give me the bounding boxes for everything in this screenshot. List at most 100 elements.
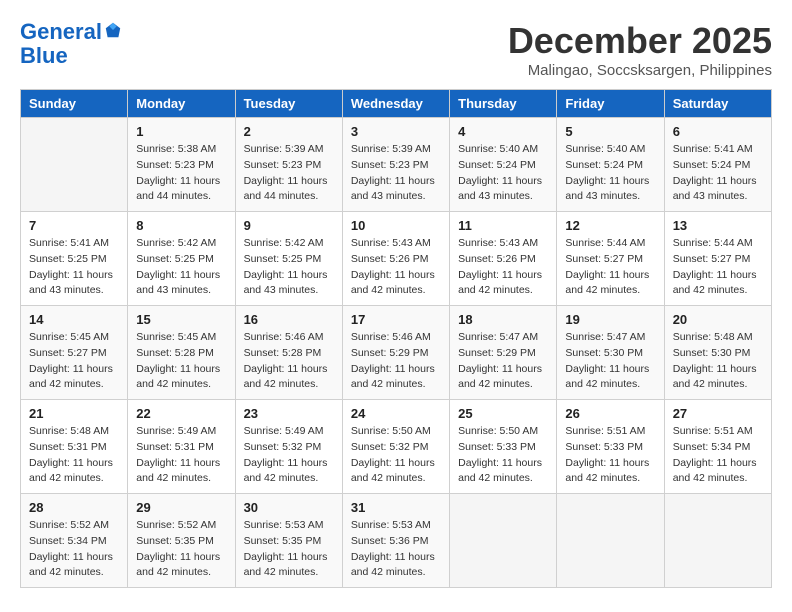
day-number: 1 (136, 124, 226, 139)
day-number: 10 (351, 218, 441, 233)
day-number: 28 (29, 500, 119, 515)
calendar-empty-cell (664, 494, 771, 588)
calendar-day-6: 6 Sunrise: 5:41 AM Sunset: 5:24 PM Daylig… (664, 118, 771, 212)
day-info: Sunrise: 5:48 AM Sunset: 5:30 PM Dayligh… (673, 330, 763, 393)
day-number: 5 (565, 124, 655, 139)
day-number: 6 (673, 124, 763, 139)
day-info: Sunrise: 5:50 AM Sunset: 5:33 PM Dayligh… (458, 424, 548, 487)
day-number: 3 (351, 124, 441, 139)
day-number: 15 (136, 312, 226, 327)
day-info: Sunrise: 5:52 AM Sunset: 5:35 PM Dayligh… (136, 518, 226, 581)
day-number: 8 (136, 218, 226, 233)
calendar-day-15: 15 Sunrise: 5:45 AM Sunset: 5:28 PM Dayli… (128, 306, 235, 400)
calendar-week-1: 1 Sunrise: 5:38 AM Sunset: 5:23 PM Daylig… (21, 118, 772, 212)
calendar-day-10: 10Sunrise: 5:43 AM Sunset: 5:26 PM Dayli… (342, 212, 449, 306)
calendar-day-19: 19 Sunrise: 5:47 AM Sunset: 5:30 PM Dayli… (557, 306, 664, 400)
weekday-header-saturday: Saturday (664, 90, 771, 118)
day-info: Sunrise: 5:40 AM Sunset: 5:24 PM Dayligh… (565, 142, 655, 205)
day-info: Sunrise: 5:42 AM Sunset: 5:25 PM Dayligh… (244, 236, 334, 299)
calendar-day-16: 16Sunrise: 5:46 AM Sunset: 5:28 PM Dayli… (235, 306, 342, 400)
day-number: 11 (458, 218, 548, 233)
calendar-day-7: 7Sunrise: 5:41 AM Sunset: 5:25 PM Daylig… (21, 212, 128, 306)
calendar-week-5: 28Sunrise: 5:52 AM Sunset: 5:34 PM Dayli… (21, 494, 772, 588)
calendar-table: SundayMondayTuesdayWednesdayThursdayFrid… (20, 89, 772, 588)
day-info: Sunrise: 5:53 AM Sunset: 5:36 PM Dayligh… (351, 518, 441, 581)
calendar-day-8: 8Sunrise: 5:42 AM Sunset: 5:25 PM Daylig… (128, 212, 235, 306)
calendar-day-23: 23 Sunrise: 5:49 AM Sunset: 5:32 PM Dayli… (235, 400, 342, 494)
calendar-day-20: 20 Sunrise: 5:48 AM Sunset: 5:30 PM Dayli… (664, 306, 771, 400)
calendar-day-3: 3 Sunrise: 5:39 AM Sunset: 5:23 PM Daylig… (342, 118, 449, 212)
day-info: Sunrise: 5:45 AM Sunset: 5:28 PM Dayligh… (136, 330, 226, 393)
day-info: Sunrise: 5:38 AM Sunset: 5:23 PM Dayligh… (136, 142, 226, 205)
calendar-day-4: 4 Sunrise: 5:40 AM Sunset: 5:24 PM Daylig… (450, 118, 557, 212)
day-info: Sunrise: 5:43 AM Sunset: 5:26 PM Dayligh… (458, 236, 548, 299)
day-number: 19 (565, 312, 655, 327)
day-info: Sunrise: 5:44 AM Sunset: 5:27 PM Dayligh… (673, 236, 763, 299)
weekday-header-wednesday: Wednesday (342, 90, 449, 118)
day-info: Sunrise: 5:49 AM Sunset: 5:32 PM Dayligh… (244, 424, 334, 487)
day-number: 23 (244, 406, 334, 421)
day-info: Sunrise: 5:41 AM Sunset: 5:24 PM Dayligh… (673, 142, 763, 205)
weekday-header-thursday: Thursday (450, 90, 557, 118)
logo-general: General (20, 19, 102, 44)
weekday-header-friday: Friday (557, 90, 664, 118)
calendar-day-27: 27 Sunrise: 5:51 AM Sunset: 5:34 PM Dayli… (664, 400, 771, 494)
calendar-day-2: 2 Sunrise: 5:39 AM Sunset: 5:23 PM Daylig… (235, 118, 342, 212)
calendar-day-11: 11 Sunrise: 5:43 AM Sunset: 5:26 PM Dayli… (450, 212, 557, 306)
day-info: Sunrise: 5:51 AM Sunset: 5:34 PM Dayligh… (673, 424, 763, 487)
calendar-week-2: 7Sunrise: 5:41 AM Sunset: 5:25 PM Daylig… (21, 212, 772, 306)
day-info: Sunrise: 5:40 AM Sunset: 5:24 PM Dayligh… (458, 142, 548, 205)
day-number: 27 (673, 406, 763, 421)
page-header: General Blue December 2025 Malingao, Soc… (20, 20, 772, 79)
calendar-day-9: 9 Sunrise: 5:42 AM Sunset: 5:25 PM Daylig… (235, 212, 342, 306)
day-number: 13 (673, 218, 763, 233)
weekday-header-sunday: Sunday (21, 90, 128, 118)
day-number: 9 (244, 218, 334, 233)
day-number: 14 (29, 312, 119, 327)
calendar-day-28: 28Sunrise: 5:52 AM Sunset: 5:34 PM Dayli… (21, 494, 128, 588)
day-info: Sunrise: 5:39 AM Sunset: 5:23 PM Dayligh… (351, 142, 441, 205)
calendar-day-12: 12Sunrise: 5:44 AM Sunset: 5:27 PM Dayli… (557, 212, 664, 306)
day-info: Sunrise: 5:47 AM Sunset: 5:29 PM Dayligh… (458, 330, 548, 393)
calendar-day-22: 22Sunrise: 5:49 AM Sunset: 5:31 PM Dayli… (128, 400, 235, 494)
day-number: 18 (458, 312, 548, 327)
day-number: 4 (458, 124, 548, 139)
day-number: 16 (244, 312, 334, 327)
location: Malingao, Soccsksargen, Philippines (508, 62, 772, 79)
day-info: Sunrise: 5:39 AM Sunset: 5:23 PM Dayligh… (244, 142, 334, 205)
day-number: 30 (244, 500, 334, 515)
day-info: Sunrise: 5:45 AM Sunset: 5:27 PM Dayligh… (29, 330, 119, 393)
day-info: Sunrise: 5:48 AM Sunset: 5:31 PM Dayligh… (29, 424, 119, 487)
weekday-header-tuesday: Tuesday (235, 90, 342, 118)
day-number: 7 (29, 218, 119, 233)
calendar-day-30: 30 Sunrise: 5:53 AM Sunset: 5:35 PM Dayli… (235, 494, 342, 588)
calendar-day-1: 1 Sunrise: 5:38 AM Sunset: 5:23 PM Daylig… (128, 118, 235, 212)
calendar-day-24: 24Sunrise: 5:50 AM Sunset: 5:32 PM Dayli… (342, 400, 449, 494)
calendar-empty-cell (21, 118, 128, 212)
weekday-header-monday: Monday (128, 90, 235, 118)
logo-text: General (20, 20, 122, 44)
day-number: 22 (136, 406, 226, 421)
calendar-week-4: 21 Sunrise: 5:48 AM Sunset: 5:31 PM Dayli… (21, 400, 772, 494)
day-info: Sunrise: 5:51 AM Sunset: 5:33 PM Dayligh… (565, 424, 655, 487)
day-number: 25 (458, 406, 548, 421)
logo-blue: Blue (20, 44, 122, 68)
calendar-empty-cell (557, 494, 664, 588)
day-info: Sunrise: 5:53 AM Sunset: 5:35 PM Dayligh… (244, 518, 334, 581)
calendar-day-14: 14 Sunrise: 5:45 AM Sunset: 5:27 PM Dayli… (21, 306, 128, 400)
day-number: 20 (673, 312, 763, 327)
day-info: Sunrise: 5:46 AM Sunset: 5:29 PM Dayligh… (351, 330, 441, 393)
day-number: 26 (565, 406, 655, 421)
day-number: 21 (29, 406, 119, 421)
day-number: 31 (351, 500, 441, 515)
day-info: Sunrise: 5:50 AM Sunset: 5:32 PM Dayligh… (351, 424, 441, 487)
day-number: 29 (136, 500, 226, 515)
calendar-header: SundayMondayTuesdayWednesdayThursdayFrid… (21, 90, 772, 118)
calendar-day-5: 5 Sunrise: 5:40 AM Sunset: 5:24 PM Daylig… (557, 118, 664, 212)
calendar-day-21: 21 Sunrise: 5:48 AM Sunset: 5:31 PM Dayli… (21, 400, 128, 494)
day-info: Sunrise: 5:47 AM Sunset: 5:30 PM Dayligh… (565, 330, 655, 393)
calendar-day-17: 17Sunrise: 5:46 AM Sunset: 5:29 PM Dayli… (342, 306, 449, 400)
day-number: 2 (244, 124, 334, 139)
day-info: Sunrise: 5:44 AM Sunset: 5:27 PM Dayligh… (565, 236, 655, 299)
calendar-day-18: 18 Sunrise: 5:47 AM Sunset: 5:29 PM Dayli… (450, 306, 557, 400)
